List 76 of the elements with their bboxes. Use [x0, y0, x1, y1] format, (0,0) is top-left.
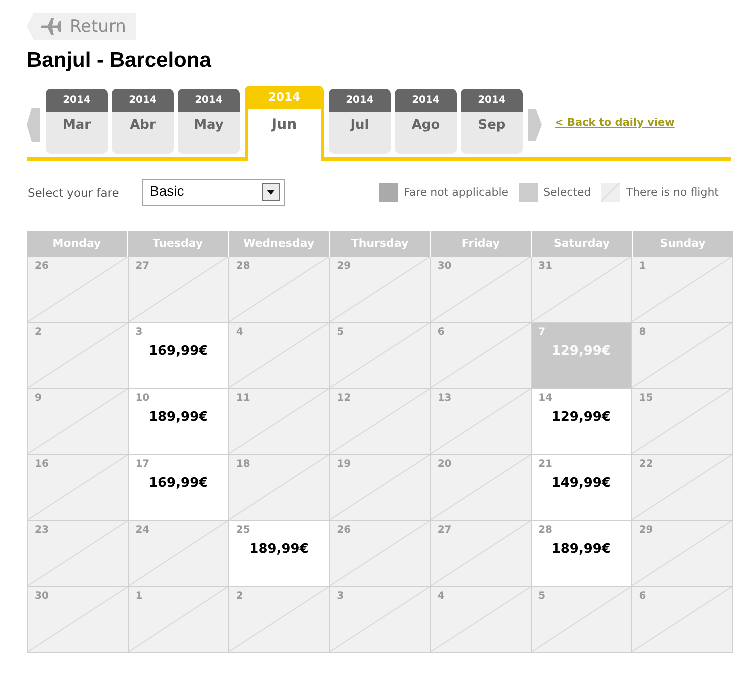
day-number: 16	[35, 459, 49, 471]
month-tab[interactable]: 2014 Abr	[112, 89, 174, 154]
fare-day-cell[interactable]: 25 189,99€	[229, 521, 330, 587]
day-number: 29	[639, 525, 654, 537]
fare-price: 189,99€	[250, 542, 309, 558]
day-number: 8	[639, 327, 646, 339]
fare-day-cell[interactable]: 21 149,99€	[532, 455, 632, 521]
fare-price: 189,99€	[148, 410, 208, 426]
fare-price: 169,99€	[148, 344, 208, 360]
day-number: 30	[438, 261, 452, 273]
day-number: 31	[538, 261, 552, 273]
day-number: 18	[236, 459, 250, 471]
day-number: 3	[337, 591, 344, 603]
day-number: 10	[136, 393, 150, 405]
day-number: 17	[136, 459, 150, 471]
fare-day-cell[interactable]: 28 189,99€	[532, 521, 632, 587]
day-number: 21	[538, 459, 552, 471]
day-number: 1	[136, 591, 143, 603]
day-number: 5	[337, 327, 344, 339]
day-number: 2	[236, 591, 244, 603]
month-tab[interactable]: 2014 Mar	[46, 89, 108, 154]
fare-price: 169,99€	[148, 476, 208, 492]
day-number: 19	[337, 459, 352, 471]
month-tab[interactable]: 2014 Sep	[461, 89, 523, 154]
day-number: 23	[35, 525, 49, 537]
fare-label: Select your fare	[28, 186, 120, 200]
fare-select[interactable]: Basic	[142, 179, 285, 206]
striped-swatch-icon	[601, 183, 620, 202]
legend-label: Fare not applicable	[404, 186, 509, 199]
swatch-icon	[518, 183, 538, 202]
day-number: 3	[136, 327, 143, 339]
day-number: 2	[35, 327, 42, 339]
day-number: 30	[35, 591, 49, 603]
day-number: 24	[136, 525, 150, 537]
swatch-icon	[379, 183, 398, 202]
day-number: 27	[136, 261, 150, 273]
day-number: 11	[236, 393, 250, 405]
fare-day-cell[interactable]: 10 189,99€	[128, 389, 230, 455]
legend-label: Selected	[544, 186, 592, 199]
daily-view-link[interactable]: < Back to daily view	[555, 117, 675, 130]
day-number: 27	[438, 525, 452, 537]
day-number: 26	[35, 261, 49, 273]
day-number: 6	[438, 327, 445, 339]
fare-price: 129,99€	[552, 410, 612, 426]
day-number: 1	[639, 261, 646, 273]
day-number: 4	[236, 327, 244, 339]
fare-day-cell[interactable]: 14 129,99€	[532, 389, 632, 455]
day-number: 20	[438, 459, 452, 471]
legend-label: There is no flight	[626, 186, 719, 199]
day-number: 12	[337, 393, 352, 405]
fare-day-cell[interactable]: 3 169,99€	[128, 323, 230, 389]
return-button[interactable]: Return	[27, 13, 136, 40]
day-number: 13	[438, 393, 452, 405]
route-title: Banjul - Barcelona	[27, 49, 212, 73]
day-number: 15	[639, 393, 654, 405]
fare-price: 189,99€	[552, 542, 612, 558]
day-number: 22	[639, 459, 654, 471]
month-tab[interactable]: 2014 Ago	[395, 89, 457, 154]
day-number: 6	[639, 591, 646, 603]
day-number: 25	[236, 525, 250, 537]
month-tab[interactable]: 2014 May	[178, 89, 240, 154]
day-number: 28	[538, 525, 552, 537]
airplane-icon	[40, 18, 62, 36]
day-number: 4	[438, 591, 445, 603]
day-number: 26	[337, 525, 352, 537]
day-number: 14	[538, 393, 552, 405]
day-number: 9	[35, 393, 42, 405]
fare-price: 149,99€	[552, 476, 612, 492]
day-number: 28	[236, 261, 250, 273]
day-number: 5	[538, 591, 546, 603]
month-tab[interactable]: 2014 Jun	[245, 86, 324, 161]
month-tab[interactable]: 2014 Jul	[329, 89, 391, 154]
fare-day-cell[interactable]: 17 169,99€	[128, 455, 230, 521]
chevron-right-icon[interactable]	[528, 109, 542, 141]
day-number: 29	[337, 261, 352, 273]
chevron-left-icon[interactable]	[27, 108, 40, 142]
